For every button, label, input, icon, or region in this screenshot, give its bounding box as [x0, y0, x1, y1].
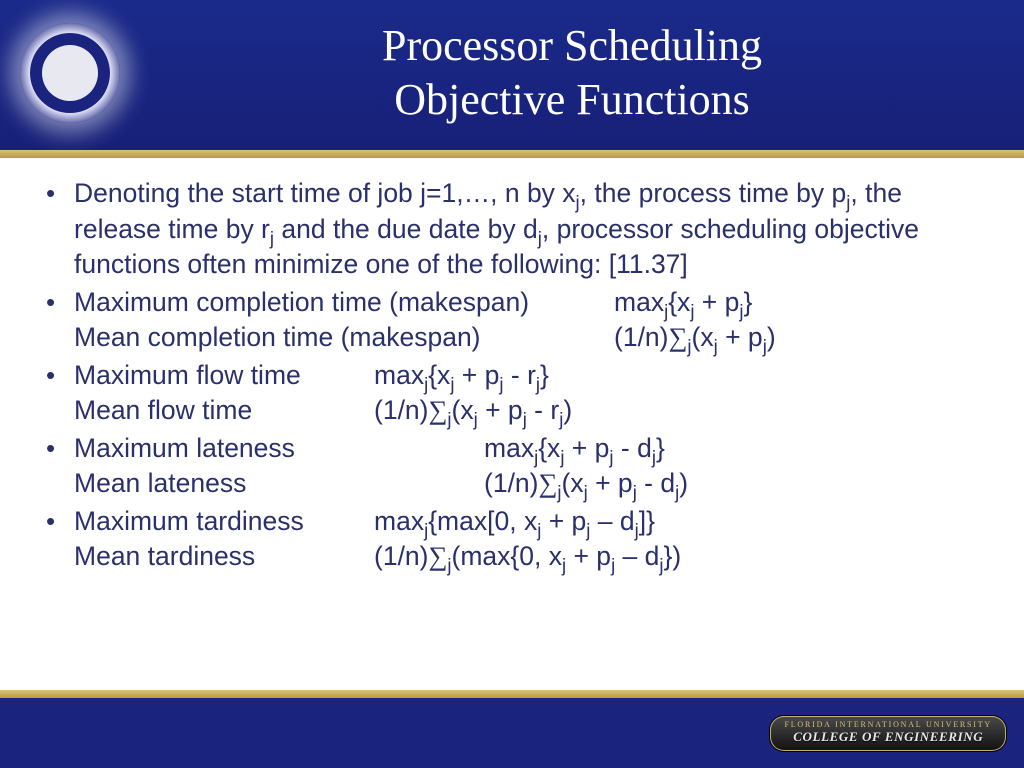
university-seal-icon [20, 23, 120, 123]
flow-mean-label: Mean flow time [74, 393, 374, 429]
divider-bar-bottom [0, 690, 1024, 698]
flow-mean-expr: (1/n)∑j(xj + pj - rj) [374, 393, 572, 429]
lateness-mean-expr: (1/n)∑j(xj + pj - dj) [484, 466, 688, 502]
makespan-mean-label: Mean completion time (makespan) [74, 320, 614, 356]
slide-header: Processor Scheduling Objective Functions [0, 0, 1024, 150]
lateness-max-expr: maxj{xj + pj - dj} [484, 431, 665, 467]
slide-footer: FLORIDA INTERNATIONAL UNIVERSITY COLLEGE… [0, 698, 1024, 768]
divider-bar-top [0, 150, 1024, 158]
badge-line-1: FLORIDA INTERNATIONAL UNIVERSITY [784, 720, 992, 729]
title-line-2: Objective Functions [394, 75, 750, 124]
makespan-max-label: Maximum completion time (makespan) [74, 285, 614, 321]
makespan-mean-expr: (1/n)∑j(xj + pj) [614, 320, 776, 356]
slide-title: Processor Scheduling Objective Functions [140, 19, 1004, 126]
tardiness-max-label: Maximum tardiness [74, 504, 374, 540]
bullet-flow: Maximum flow time maxj{xj + pj - rj} Mea… [46, 358, 984, 429]
bullet-list: Denoting the start time of job j=1,…, n … [46, 176, 984, 575]
bullet-tardiness: Maximum tardiness maxj{max[0, xj + pj – … [46, 504, 984, 575]
flow-max-label: Maximum flow time [74, 358, 374, 394]
flow-max-expr: maxj{xj + pj - rj} [374, 358, 549, 394]
bullet-makespan: Maximum completion time (makespan) maxj{… [46, 285, 984, 356]
bullet-lateness: Maximum lateness maxj{xj + pj - dj} Mean… [46, 431, 984, 502]
lateness-mean-label: Mean lateness [74, 466, 484, 502]
tardiness-max-expr: maxj{max[0, xj + pj – dj]} [374, 504, 655, 540]
makespan-max-expr: maxj{xj + pj} [614, 285, 752, 321]
badge-line-2: COLLEGE OF ENGINEERING [784, 729, 992, 745]
slide-body: Denoting the start time of job j=1,…, n … [0, 158, 1024, 690]
title-line-1: Processor Scheduling [382, 21, 762, 70]
bullet-intro: Denoting the start time of job j=1,…, n … [46, 176, 984, 283]
title-block: Processor Scheduling Objective Functions [140, 19, 1004, 126]
lateness-max-label: Maximum lateness [74, 431, 484, 467]
college-badge: FLORIDA INTERNATIONAL UNIVERSITY COLLEGE… [770, 716, 1006, 751]
tardiness-mean-label: Mean tardiness [74, 539, 374, 575]
tardiness-mean-expr: (1/n)∑j(max{0, xj + pj – dj}) [374, 539, 681, 575]
slide: Processor Scheduling Objective Functions… [0, 0, 1024, 768]
